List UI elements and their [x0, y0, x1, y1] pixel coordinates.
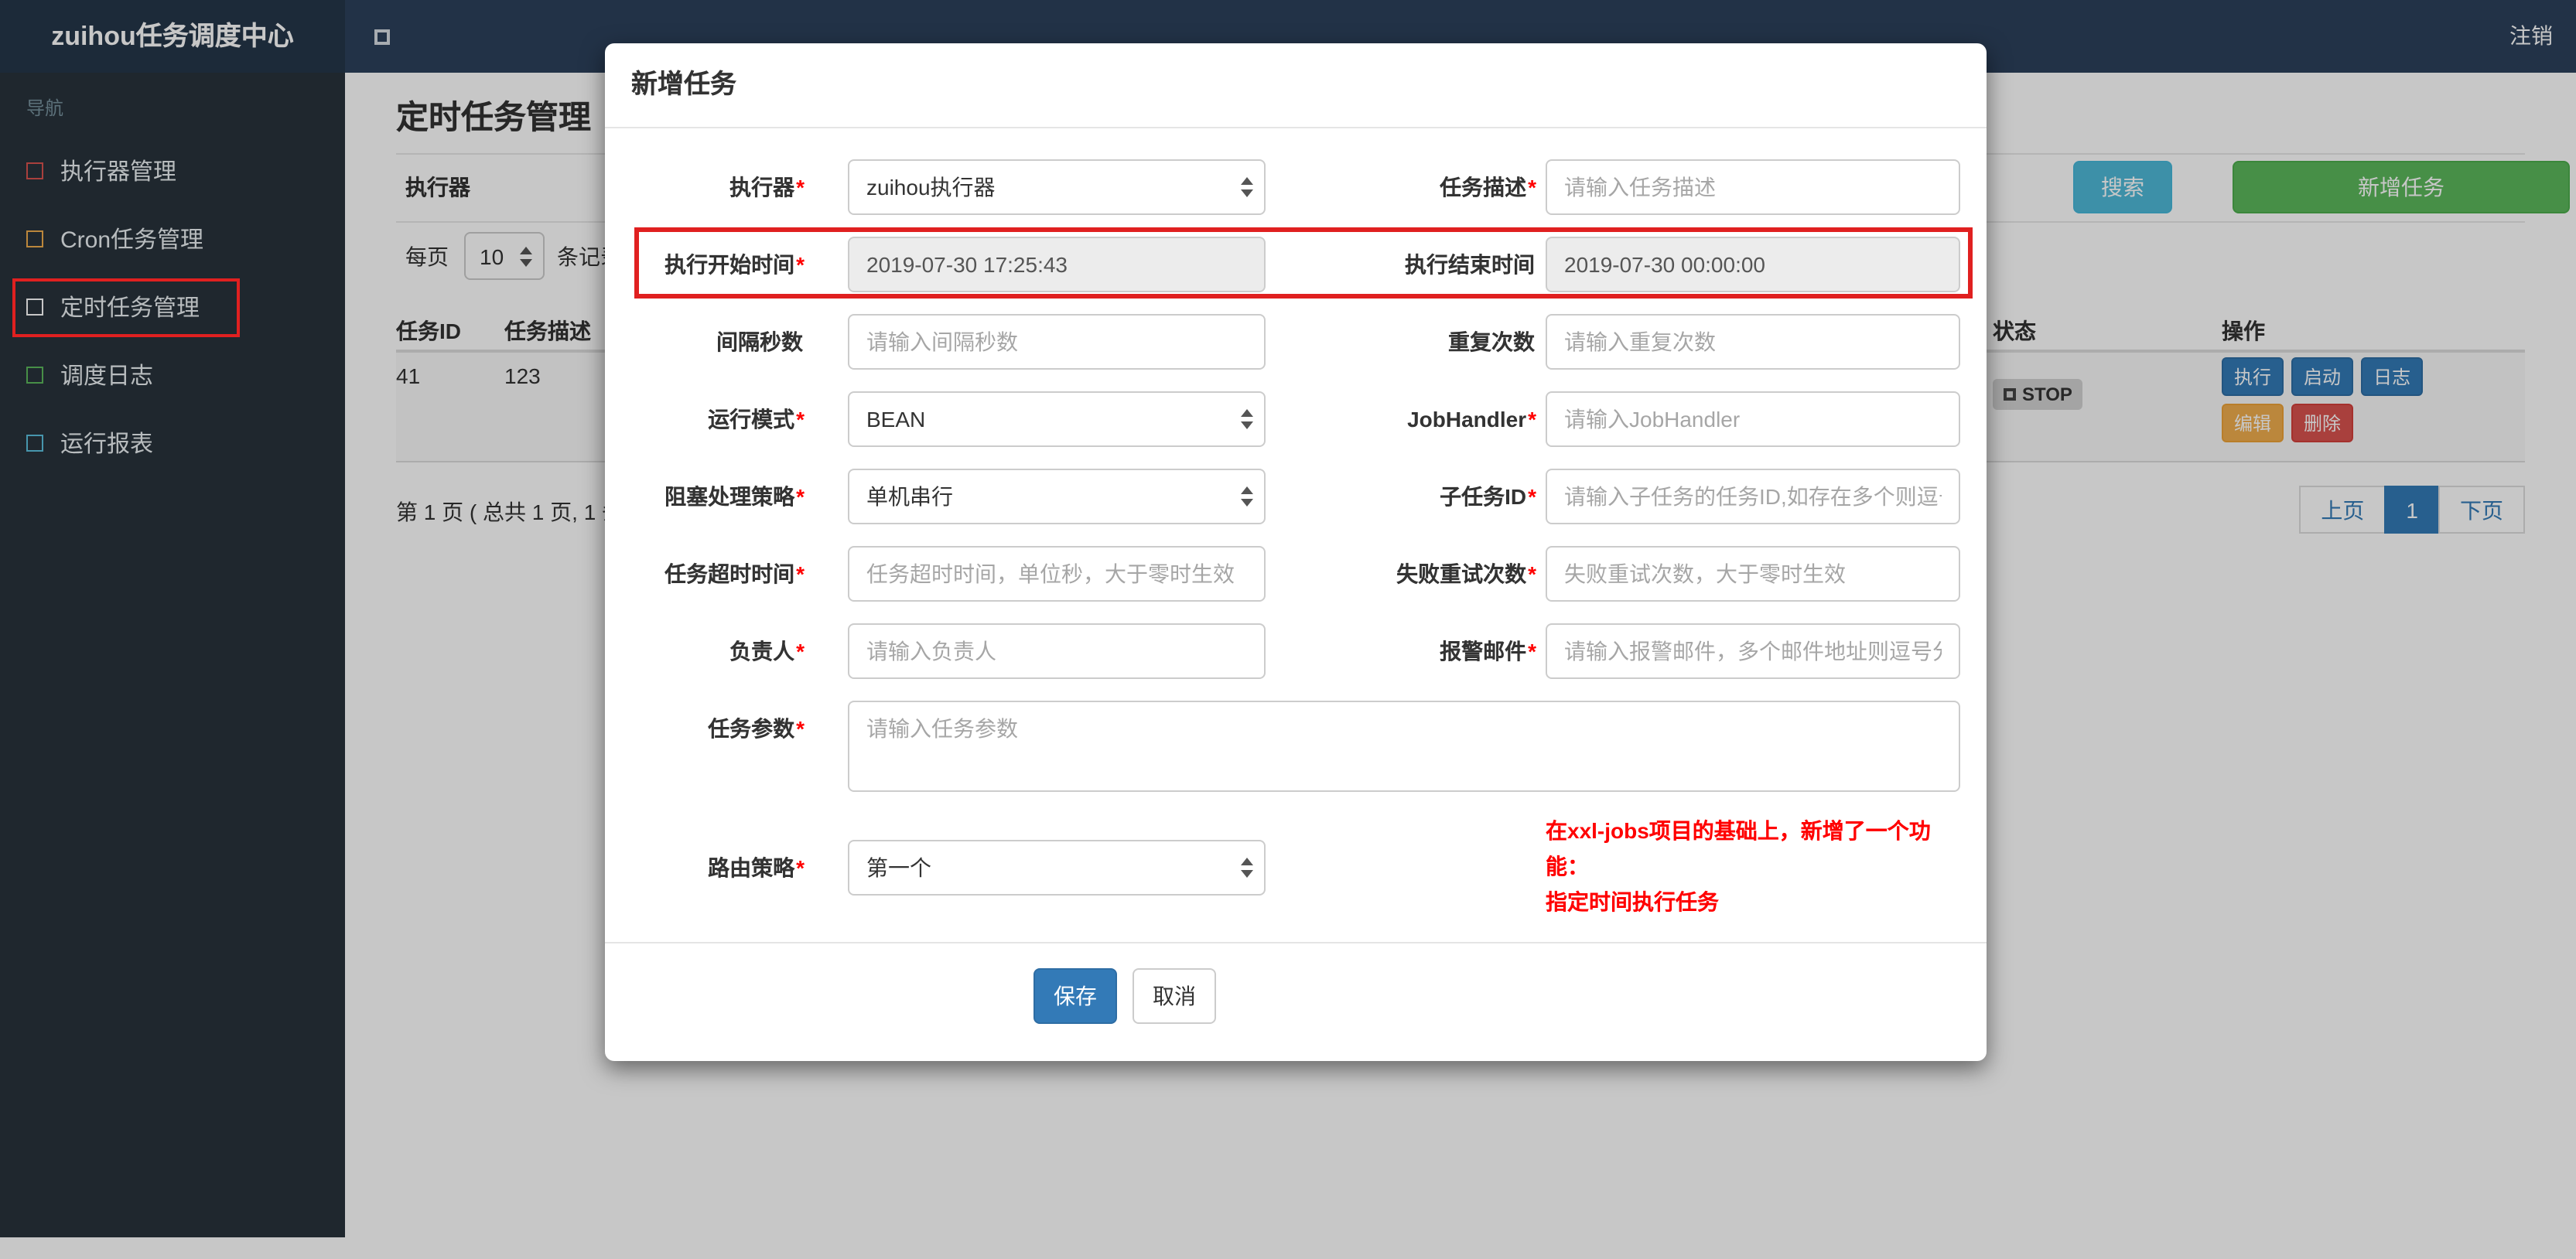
- interval-input[interactable]: [848, 314, 1266, 370]
- app-window: zuihou任务调度中心 注销 导航 执行器管理 Cron任务管理 定时任务管理…: [0, 0, 2576, 1259]
- owner-label: 负责人 *: [729, 639, 805, 664]
- block-strategy-select-value: 单机串行: [866, 484, 953, 509]
- alarm-email-input[interactable]: [1546, 623, 1960, 679]
- modal-body: 执行器* zuihou执行器 任务描述* 执行开始时间* 执行结束时间 间隔秒数…: [605, 128, 1987, 920]
- fail-retry-label: 失败重试次数 *: [1396, 561, 1536, 586]
- job-desc-label: 任务描述 *: [1440, 175, 1536, 200]
- save-button[interactable]: 保存: [1033, 968, 1117, 1024]
- executor-label: 执行器 *: [729, 175, 805, 200]
- repeat-count-label: 重复次数: [1448, 329, 1535, 354]
- select-arrows-icon: [1241, 177, 1253, 197]
- repeat-count-input[interactable]: [1546, 314, 1960, 370]
- modal-footer: 保存 取消: [605, 943, 1987, 1061]
- cancel-button[interactable]: 取消: [1133, 968, 1216, 1024]
- route-strategy-select[interactable]: 第一个: [848, 839, 1266, 895]
- job-param-textarea[interactable]: [848, 701, 1960, 792]
- run-mode-select-value: BEAN: [866, 407, 926, 432]
- feature-note: 在xxl-jobs项目的基础上，新增了一个功能： 指定时间执行任务: [1546, 814, 1960, 920]
- select-arrows-icon: [1241, 486, 1253, 507]
- start-time-label: 执行开始时间 *: [664, 252, 805, 277]
- select-arrows-icon: [1241, 409, 1253, 429]
- modal-header: 新增任务: [605, 43, 1987, 128]
- add-task-modal: 新增任务 执行器* zuihou执行器 任务描述* 执行开始时间* 执行结束时间…: [605, 43, 1987, 1061]
- route-strategy-label: 路由策略 *: [708, 855, 805, 879]
- feature-note-line1: 在xxl-jobs项目的基础上，新增了一个功能：: [1546, 818, 1931, 879]
- modal-title: 新增任务: [631, 70, 736, 99]
- job-param-label: 任务参数 *: [708, 716, 805, 741]
- job-desc-input[interactable]: [1546, 159, 1960, 215]
- feature-note-line2: 指定时间执行任务: [1546, 889, 1719, 914]
- child-job-id-input[interactable]: [1546, 469, 1960, 524]
- run-mode-label: 运行模式 *: [708, 407, 805, 432]
- owner-input[interactable]: [848, 623, 1266, 679]
- timeout-input[interactable]: [848, 546, 1266, 602]
- fail-retry-input[interactable]: [1546, 546, 1960, 602]
- route-strategy-select-value: 第一个: [866, 855, 931, 879]
- alarm-email-label: 报警邮件 *: [1440, 639, 1536, 664]
- end-time-label: 执行结束时间: [1405, 252, 1535, 277]
- block-strategy-select[interactable]: 单机串行: [848, 469, 1266, 524]
- job-handler-label: JobHandler *: [1407, 407, 1536, 432]
- executor-select[interactable]: zuihou执行器: [848, 159, 1266, 215]
- interval-label: 间隔秒数: [716, 329, 803, 354]
- executor-select-value: zuihou执行器: [866, 175, 996, 200]
- end-time-input[interactable]: [1546, 237, 1960, 292]
- job-handler-input[interactable]: [1546, 391, 1960, 447]
- timeout-label: 任务超时时间 *: [664, 561, 805, 586]
- run-mode-select[interactable]: BEAN: [848, 391, 1266, 447]
- start-time-input[interactable]: [848, 237, 1266, 292]
- block-strategy-label: 阻塞处理策略 *: [664, 484, 805, 509]
- child-job-id-label: 子任务ID *: [1440, 484, 1536, 509]
- select-arrows-icon: [1241, 857, 1253, 877]
